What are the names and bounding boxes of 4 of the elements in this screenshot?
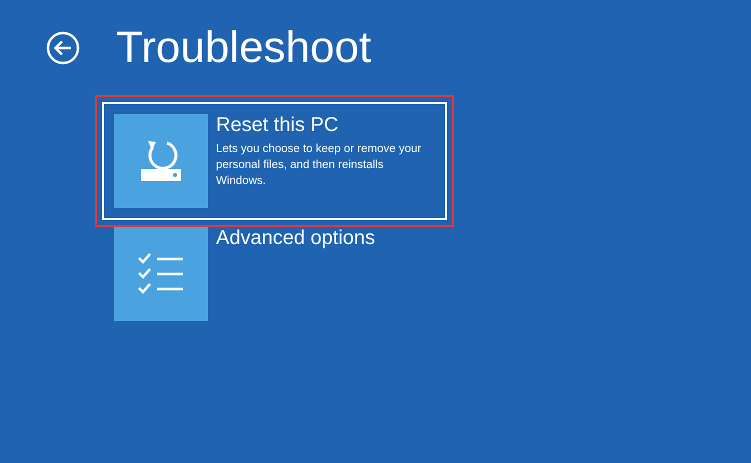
page-title: Troubleshoot <box>116 23 372 73</box>
option-button[interactable]: Reset this PC Lets you choose to keep or remove your personal files, and then reinstalls Windows. <box>102 102 447 220</box>
checklist-icon <box>137 252 185 296</box>
back-icon[interactable] <box>46 31 80 65</box>
